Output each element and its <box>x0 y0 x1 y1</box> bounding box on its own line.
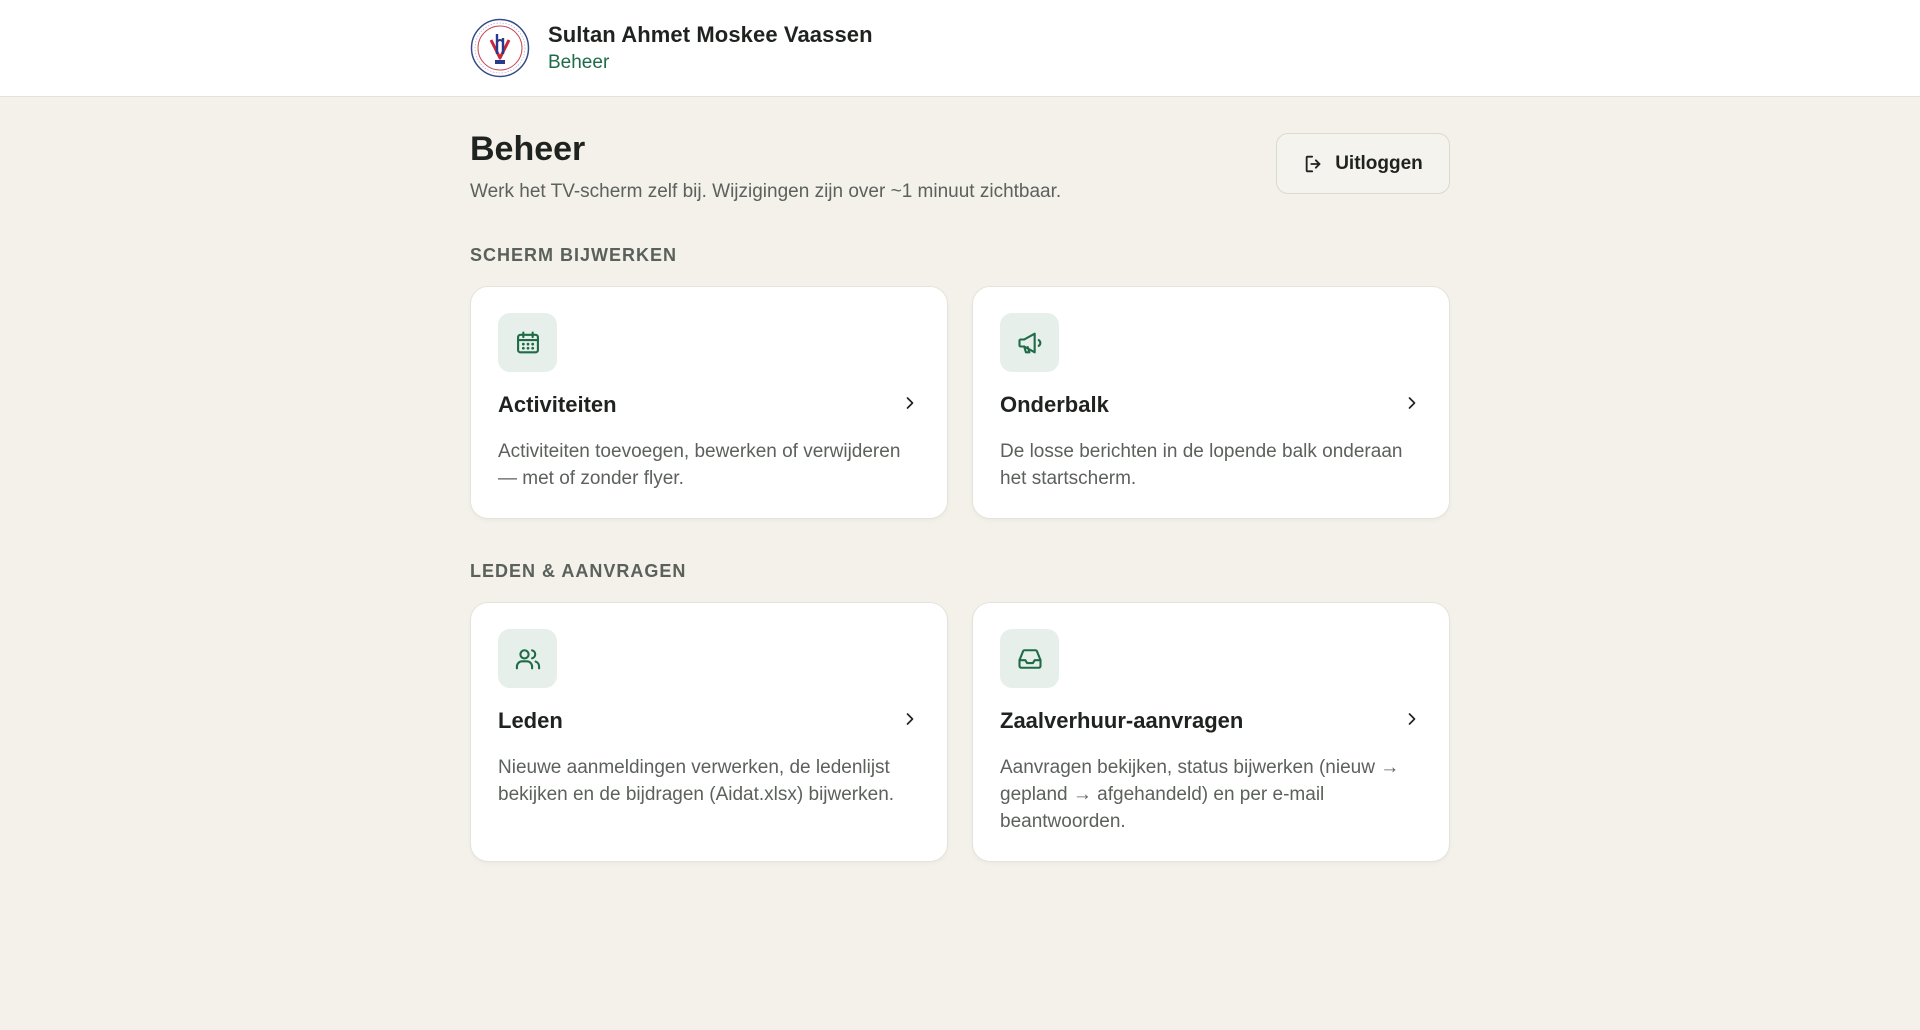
header-inner: Sultan Ahmet Moskee Vaassen Beheer <box>470 0 1450 96</box>
section-label-leden-aanvragen: LEDEN & AANVRAGEN <box>470 561 687 582</box>
icon-tile <box>498 629 557 689</box>
logout-label: Uitloggen <box>1335 152 1423 174</box>
card-description: Aanvragen bekijken, status bijwerken (ni… <box>1000 757 1400 833</box>
section-label-scherm-bijwerken: SCHERM BIJWERKEN <box>470 245 678 266</box>
megaphone-icon <box>1017 332 1041 354</box>
page-head: Beheer Werk het TV-scherm zelf bij. Wijz… <box>470 130 1450 203</box>
card-title: Leden <box>498 708 563 734</box>
brand: Sultan Ahmet Moskee Vaassen Beheer <box>548 22 873 74</box>
brand-subtitle: Beheer <box>548 52 610 73</box>
page-title: Beheer <box>470 130 586 168</box>
logout-icon <box>1305 155 1321 172</box>
main-content: Beheer Werk het TV-scherm zelf bij. Wijz… <box>470 97 1450 863</box>
card-head: Onderbalk <box>1000 392 1422 418</box>
section-grid-scherm-bijwerken: Activiteiten Activiteiten toevoegen, bew… <box>470 286 1450 520</box>
page-heading-group: Beheer Werk het TV-scherm zelf bij. Wijz… <box>470 130 1062 203</box>
section-grid-leden-aanvragen: Leden Nieuwe aanmeldingen verwerken, de … <box>470 602 1450 863</box>
chevron-right-icon <box>1402 393 1422 418</box>
card-activiteiten[interactable]: Activiteiten Activiteiten toevoegen, bew… <box>470 286 948 520</box>
card-description: De losse berichten in de lopende balk on… <box>1000 441 1403 490</box>
calendar-icon <box>516 331 539 354</box>
logout-button[interactable]: Uitloggen <box>1276 133 1450 194</box>
icon-tile <box>498 313 557 373</box>
card-description: Nieuwe aanmeldingen verwerken, de ledenl… <box>498 757 895 806</box>
page-subtitle: Werk het TV-scherm zelf bij. Wijzigingen… <box>470 181 1062 203</box>
inbox-icon <box>1017 649 1042 669</box>
card-description: Activiteiten toevoegen, bewerken of verw… <box>498 441 901 490</box>
icon-tile <box>1000 313 1059 373</box>
card-zaalverhuur-aanvragen[interactable]: Zaalverhuur-aanvragen Aanvragen bekijken… <box>972 602 1450 863</box>
card-title: Onderbalk <box>1000 392 1109 418</box>
brand-title: Sultan Ahmet Moskee Vaassen <box>548 22 873 47</box>
card-leden[interactable]: Leden Nieuwe aanmeldingen verwerken, de … <box>470 602 948 863</box>
users-icon <box>515 649 540 670</box>
chevron-right-icon <box>900 709 920 734</box>
card-head: Activiteiten <box>498 392 920 418</box>
chevron-right-icon <box>1402 709 1422 734</box>
icon-tile <box>1000 629 1059 689</box>
card-head: Leden <box>498 708 920 734</box>
chevron-right-icon <box>900 393 920 418</box>
mosque-logo-icon[interactable] <box>470 18 530 78</box>
card-title: Activiteiten <box>498 392 617 418</box>
card-onderbalk[interactable]: Onderbalk De losse berichten in de lopen… <box>972 286 1450 520</box>
card-title: Zaalverhuur-aanvragen <box>1000 708 1244 734</box>
top-header: Sultan Ahmet Moskee Vaassen Beheer <box>0 0 1920 97</box>
card-head: Zaalverhuur-aanvragen <box>1000 708 1422 734</box>
